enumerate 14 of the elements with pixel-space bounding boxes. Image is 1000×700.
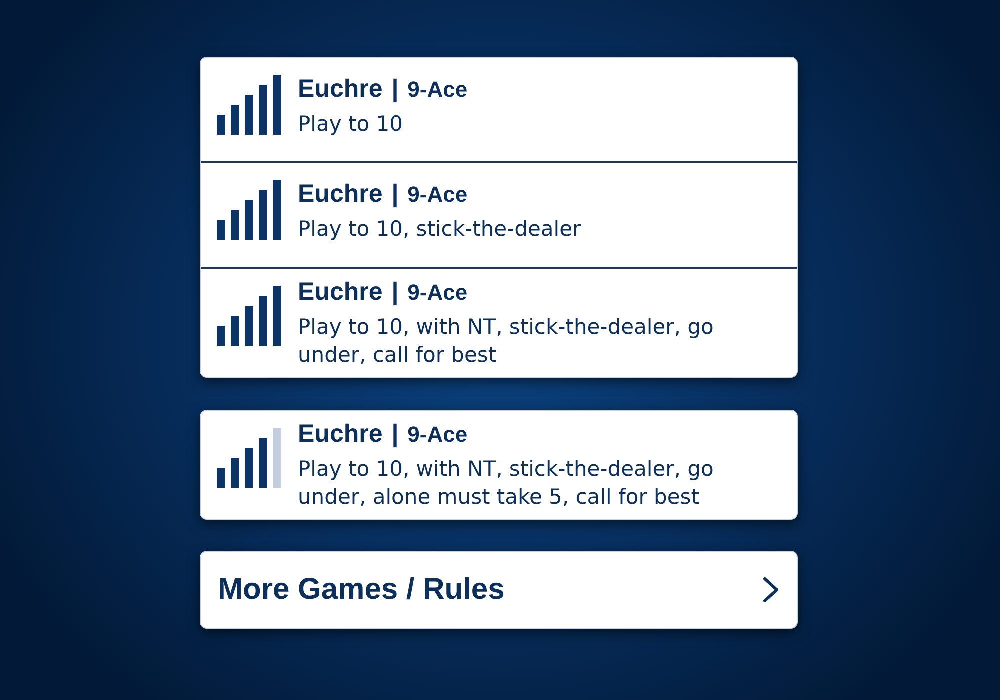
- game-list-item[interactable]: Euchre | 9-Ace Play to 10, with NT, stick-the-dealer, go under, alone must take 5, call for best: [201, 411, 797, 519]
- game-list-item[interactable]: Euchre | 9-Ace Play to 10, stick-the-dealer: [201, 161, 797, 267]
- game-rules-text: Play to 10, stick-the-dealer: [298, 216, 582, 242]
- game-title: Euchre | 9-Ace: [298, 278, 469, 306]
- game-rules-text: Play to 10, with NT, stick-the-dealer, go under, call for best: [298, 314, 715, 369]
- game-rules-text: Play to 10: [298, 110, 404, 138]
- game-title: Euchre | 9-Ace: [298, 74, 469, 102]
- game-title: Euchre | 9-Ace: [298, 180, 469, 208]
- game-list-item[interactable]: Euchre | 9-Ace Play to 10, with NT, stick-the-dealer, go under, call for best: [201, 267, 797, 377]
- game-rules-text: Play to 10, with NT, stick-the-dealer, go under, alone must take 5, call for best: [298, 456, 715, 511]
- chevron-right-icon: [763, 577, 779, 603]
- game-list-item[interactable]: Euchre | 9-Ace Play to 10: [201, 58, 797, 161]
- game-title: Euchre | 9-Ace: [298, 420, 469, 448]
- more-games-button[interactable]: More Games / Rules: [200, 551, 798, 629]
